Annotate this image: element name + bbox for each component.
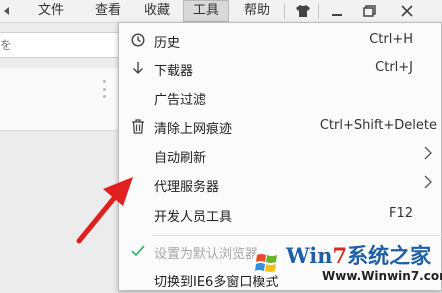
close-button[interactable] <box>393 0 421 22</box>
menu-help[interactable]: 帮助 <box>234 0 280 22</box>
panel-grip-handle[interactable] <box>103 80 107 98</box>
history-icon <box>130 32 146 48</box>
menu-item-proxy-server[interactable]: 代理服务器 <box>119 170 442 198</box>
minimize-button[interactable] <box>323 0 351 22</box>
menu-file[interactable]: 文件 <box>28 0 74 22</box>
menu-item-label: 清除上网痕迹 <box>154 122 233 137</box>
windows-logo-icon <box>252 248 282 278</box>
menu-item-clear-traces[interactable]: 清除上网痕迹 Ctrl+Shift+Delete <box>119 112 442 140</box>
maximize-icon <box>362 5 376 17</box>
menu-item-shortcut: Ctrl+J <box>375 60 413 75</box>
annotation-arrow-icon <box>76 177 133 244</box>
menu-tools[interactable]: 工具 <box>183 0 229 22</box>
menu-item-shortcut: Ctrl+H <box>369 32 413 47</box>
maximize-button[interactable] <box>355 0 383 22</box>
menu-item-downloader[interactable]: 下载器 Ctrl+J <box>119 54 442 82</box>
menu-item-shortcut: F12 <box>388 206 413 221</box>
chevron-right-icon <box>424 146 432 164</box>
close-icon <box>401 5 413 17</box>
address-text: を <box>0 38 13 52</box>
shirt-icon <box>296 5 310 17</box>
menu-separator <box>318 3 319 19</box>
menu-item-label: 下载器 <box>154 64 194 79</box>
menu-item-shortcut: Ctrl+Shift+Delete <box>319 118 437 133</box>
address-bar[interactable]: を <box>0 32 136 58</box>
check-icon <box>130 243 146 259</box>
menu-item-developer-tools[interactable]: 开发人员工具 F12 <box>119 200 442 228</box>
menu-separator <box>284 3 285 19</box>
minimize-icon <box>332 14 342 16</box>
menu-item-label: 代理服务器 <box>154 180 220 195</box>
menu-item-history[interactable]: 历史 Ctrl+H <box>119 26 442 54</box>
menu-item-ad-filter[interactable]: 广告过滤 <box>119 83 442 111</box>
watermark-url: Www.Winwin7.com <box>322 269 442 283</box>
menu-overflow-arrow-icon[interactable] <box>0 0 14 22</box>
menu-item-auto-refresh[interactable]: 自动刷新 <box>119 141 442 169</box>
download-icon <box>130 60 146 76</box>
menu-item-label: 自动刷新 <box>154 151 207 166</box>
watermark-brand: Win7系统之家 <box>286 243 432 268</box>
menu-item-label: 广告过滤 <box>154 93 207 108</box>
menu-item-label: 历史 <box>154 36 181 51</box>
chevron-right-icon <box>424 175 432 193</box>
skin-button[interactable] <box>289 0 317 22</box>
menu-favorites[interactable]: 收藏 <box>134 0 180 22</box>
menu-view[interactable]: 查看 <box>85 0 131 22</box>
menu-item-label: 开发人员工具 <box>154 210 233 225</box>
content-panel <box>0 68 125 131</box>
trash-icon <box>130 118 146 134</box>
menu-bar: 文件 查看 收藏 工具 帮助 <box>0 0 442 23</box>
watermark: Win7系统之家 Www.Winwin7.com <box>242 236 442 291</box>
